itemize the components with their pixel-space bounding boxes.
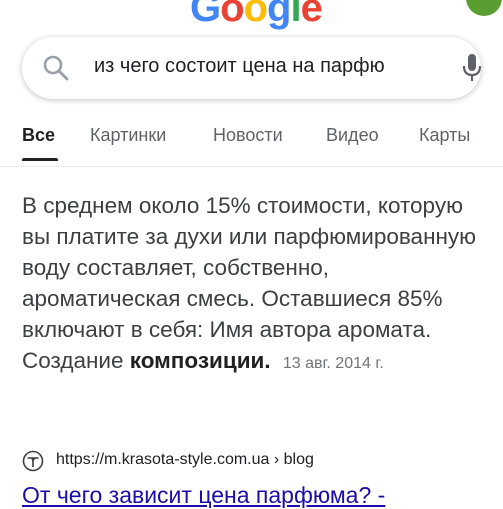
mic-icon[interactable] bbox=[462, 53, 481, 83]
tab-videos[interactable]: Видео bbox=[326, 125, 379, 146]
tab-maps[interactable]: Карты bbox=[419, 125, 470, 146]
snippet-bold-text: композиции. bbox=[129, 348, 271, 373]
snippet-date: 13 авг. 2014 г. bbox=[282, 355, 384, 372]
site-favicon bbox=[22, 450, 44, 472]
tab-news[interactable]: Новости bbox=[213, 125, 283, 146]
search-icon[interactable] bbox=[42, 54, 70, 82]
account-avatar[interactable] bbox=[466, 0, 502, 16]
logo-letter-o2: o bbox=[243, 0, 268, 30]
logo-letter-g2: g bbox=[267, 0, 291, 30]
source-url[interactable]: https://m.krasota-style.com.ua › blog bbox=[56, 451, 314, 469]
active-tab-indicator bbox=[22, 158, 58, 161]
tab-images[interactable]: Картинки bbox=[90, 125, 166, 146]
source-path: › blog bbox=[269, 451, 314, 468]
logo-letter-g: G bbox=[190, 0, 221, 30]
logo-letter-o1: o bbox=[220, 0, 244, 30]
result-title-link[interactable]: От чего зависит цена парфюма? - bbox=[22, 482, 492, 509]
result-source[interactable]: https://m.krasota-style.com.ua › blog bbox=[22, 448, 492, 476]
google-logo[interactable]: Google bbox=[190, 0, 323, 30]
search-tabs: Все Картинки Новости Видео Карты bbox=[0, 120, 503, 170]
tab-all[interactable]: Все bbox=[22, 125, 55, 146]
search-input[interactable]: из чего состоит цена на парфю bbox=[94, 55, 434, 78]
tabs-divider bbox=[0, 166, 503, 167]
logo-letter-e: e bbox=[300, 0, 323, 30]
source-domain: https://m.krasota-style.com.ua bbox=[56, 451, 270, 468]
logo-letter-l: l bbox=[290, 0, 301, 30]
snippet-text: В среднем около 15% стоимости, которую в… bbox=[22, 193, 477, 373]
featured-snippet: В среднем около 15% стоимости, которую в… bbox=[22, 190, 492, 379]
search-bar[interactable]: из чего состоит цена на парфю bbox=[22, 37, 481, 99]
